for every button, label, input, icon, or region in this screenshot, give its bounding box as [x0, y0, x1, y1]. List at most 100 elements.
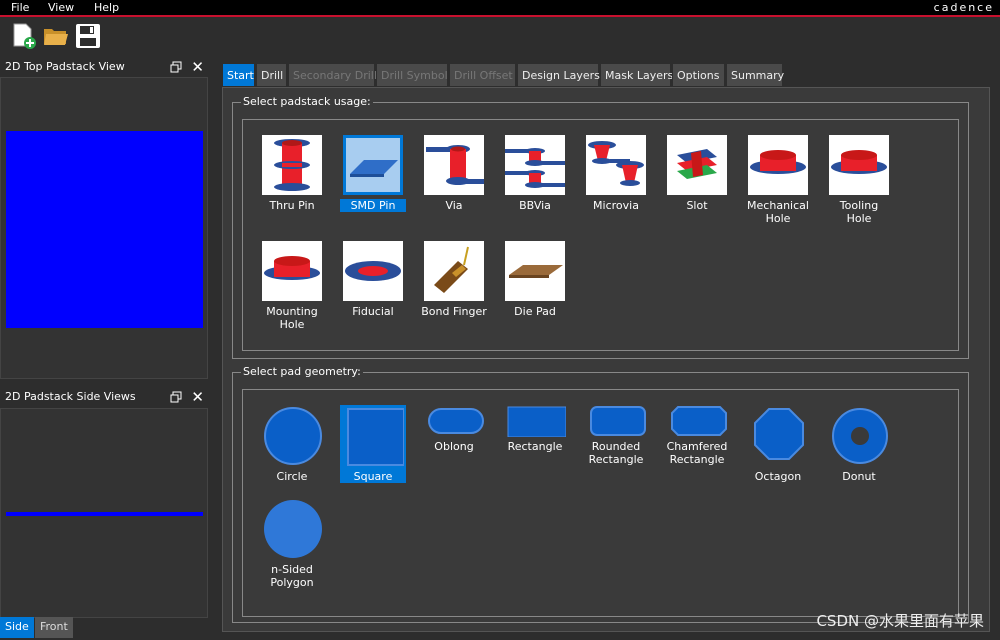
tab-mask-layers[interactable]: Mask Layers — [600, 63, 673, 87]
geometry-label: Octagon — [754, 470, 802, 483]
usage-label: Slot — [686, 199, 708, 212]
top-view-header: 2D Top Padstack View ✕ — [0, 57, 212, 77]
usage-bbvia[interactable]: BBVia — [502, 135, 568, 212]
tab-start[interactable]: Start — [222, 63, 255, 87]
left-panel: 2D Top Padstack View ✕ 2D Padstack Side … — [0, 55, 212, 640]
folder-open-icon[interactable] — [42, 22, 70, 50]
usage-mechanical-hole[interactable]: Mechanical Hole — [745, 135, 811, 225]
geometry-circle[interactable]: Circle — [259, 405, 325, 483]
geometry-n-sided-polygon[interactable]: n-Sided Polygon — [259, 498, 325, 589]
donut-shape-icon — [832, 408, 888, 464]
geometry-rectangle[interactable]: Rectangle — [502, 405, 568, 453]
new-document-icon[interactable] — [10, 22, 38, 50]
top-view-canvas — [0, 77, 208, 379]
geometry-group: Select pad geometry: Circle Square Oblon… — [232, 365, 969, 623]
close-icon[interactable]: ✕ — [191, 58, 204, 76]
rounded-rectangle-shape-icon — [590, 406, 646, 436]
side-view-header: 2D Padstack Side Views ✕ — [0, 387, 212, 407]
thru-pin-icon — [262, 135, 322, 195]
geometry-label: n-Sided Polygon — [270, 563, 314, 589]
main-area: Start Drill Secondary Drill Drill Symbol… — [212, 55, 1000, 640]
menu-help[interactable]: Help — [94, 1, 119, 14]
geometry-rounded-rectangle[interactable]: Rounded Rectangle — [583, 405, 649, 466]
tab-drill[interactable]: Drill — [256, 63, 287, 87]
geometry-octagon[interactable]: Octagon — [745, 405, 811, 483]
square-shape-icon — [347, 408, 405, 466]
usage-label: Thru Pin — [269, 199, 315, 212]
geometry-chamfered-rectangle[interactable]: Chamfered Rectangle — [664, 405, 730, 466]
geometry-label: Circle — [276, 470, 308, 483]
geometry-label: Donut — [842, 470, 876, 483]
usage-list: Thru Pin SMD Pin Via BBVia Microvia Slot… — [242, 119, 959, 351]
usage-bond-finger[interactable]: Bond Finger — [421, 241, 487, 318]
restore-icon[interactable] — [170, 391, 182, 403]
slot-icon — [667, 135, 727, 195]
chamfered-rectangle-shape-icon — [671, 406, 727, 436]
usage-slot[interactable]: Slot — [664, 135, 730, 212]
usage-label: Via — [445, 199, 463, 212]
menu-view[interactable]: View — [48, 1, 74, 14]
geometry-square[interactable]: Square — [340, 405, 406, 483]
usage-thru-pin[interactable]: Thru Pin — [259, 135, 325, 212]
usage-label: Fiducial — [352, 305, 394, 318]
usage-label: SMD Pin — [340, 199, 406, 212]
menu-bar: File View Help cadence — [0, 0, 1000, 17]
tab-side[interactable]: Side — [0, 617, 34, 638]
side-view-canvas — [0, 408, 208, 618]
tooling-hole-icon — [829, 135, 889, 195]
via-icon — [424, 135, 484, 195]
usage-label: Mounting Hole — [266, 305, 318, 331]
geometry-list: Circle Square Oblong Rectangle Rounded R… — [242, 389, 959, 617]
tab-drill-symbol[interactable]: Drill Symbol — [376, 63, 448, 87]
geometry-donut[interactable]: Donut — [826, 405, 892, 483]
usage-label: Microvia — [593, 199, 639, 212]
polygon-shape-icon — [264, 500, 322, 558]
smd-pin-icon — [343, 135, 403, 195]
mechanical-hole-icon — [748, 135, 808, 195]
tab-secondary-drill[interactable]: Secondary Drill — [288, 63, 377, 87]
octagon-shape-icon — [754, 408, 804, 460]
tab-front[interactable]: Front — [35, 617, 73, 638]
usage-label: Die Pad — [514, 305, 556, 318]
usage-via[interactable]: Via — [421, 135, 487, 212]
menu-file[interactable]: File — [11, 1, 29, 14]
geometry-label: Chamfered Rectangle — [666, 440, 728, 466]
restore-icon[interactable] — [170, 61, 182, 73]
tab-drill-offset[interactable]: Drill Offset — [449, 63, 516, 87]
usage-label: BBVia — [519, 199, 551, 212]
cadence-logo: cadence — [933, 1, 994, 14]
tab-options[interactable]: Options — [672, 63, 725, 87]
usage-label: Mechanical Hole — [747, 199, 809, 225]
rectangle-shape-icon — [507, 406, 567, 438]
view-tabs: Side Front — [0, 617, 212, 640]
usage-label: Bond Finger — [421, 305, 487, 318]
geometry-oblong[interactable]: Oblong — [421, 405, 487, 453]
oblong-shape-icon — [428, 408, 484, 434]
geometry-label: Rectangle — [507, 440, 563, 453]
geometry-label: Square — [353, 470, 393, 483]
toolbar — [0, 19, 1000, 55]
usage-mounting-hole[interactable]: Mounting Hole — [259, 241, 325, 331]
tab-summary[interactable]: Summary — [726, 63, 784, 87]
usage-microvia[interactable]: Microvia — [583, 135, 649, 212]
die-pad-icon — [505, 241, 565, 301]
usage-label: Tooling Hole — [839, 199, 879, 225]
usage-fiducial[interactable]: Fiducial — [340, 241, 406, 318]
usage-tooling-hole[interactable]: Tooling Hole — [826, 135, 892, 225]
usage-group: Select padstack usage: Thru Pin SMD Pin — [232, 95, 969, 359]
top-pad-shape — [6, 131, 203, 328]
close-icon[interactable]: ✕ — [191, 388, 204, 406]
save-disk-icon[interactable] — [74, 22, 102, 50]
geometry-label: Oblong — [434, 440, 474, 453]
usage-die-pad[interactable]: Die Pad — [502, 241, 568, 318]
top-view-title: 2D Top Padstack View — [5, 60, 125, 73]
bond-finger-icon — [424, 241, 484, 301]
side-view-title: 2D Padstack Side Views — [5, 390, 136, 403]
geometry-label: Rounded Rectangle — [588, 440, 644, 466]
start-tab-content: Select padstack usage: Thru Pin SMD Pin — [222, 87, 990, 632]
watermark: CSDN @水果里面有苹果 — [816, 612, 984, 630]
mounting-hole-icon — [262, 241, 322, 301]
tab-design-layers[interactable]: Design Layers — [517, 63, 600, 87]
usage-smd-pin[interactable]: SMD Pin — [340, 135, 406, 212]
microvia-icon — [586, 135, 646, 195]
